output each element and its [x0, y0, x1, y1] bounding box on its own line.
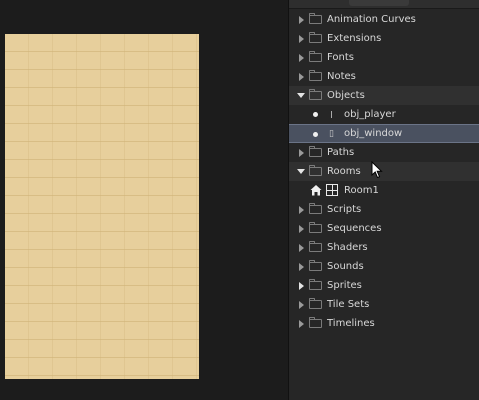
folder-sounds[interactable]: Sounds	[289, 257, 479, 276]
resize-handle[interactable]	[349, 0, 409, 6]
folder-shaders[interactable]: Shaders	[289, 238, 479, 257]
folder-label: Animation Curves	[327, 14, 416, 25]
folder-icon	[309, 260, 322, 271]
object-icon: ꞁ	[330, 109, 333, 119]
folder-icon	[309, 165, 322, 176]
plank-pattern	[5, 34, 199, 379]
asset-browser-panel: Animation Curves Extensions Fonts Notes …	[289, 0, 479, 400]
mouse-cursor-icon	[371, 161, 383, 179]
folder-icon	[309, 32, 322, 43]
folder-objects[interactable]: Objects	[289, 86, 479, 105]
collapse-arrow-icon[interactable]	[297, 162, 305, 181]
folder-icon	[309, 241, 322, 252]
home-icon[interactable]	[310, 184, 322, 196]
room-editor-canvas[interactable]	[0, 0, 288, 400]
room-icon	[326, 184, 338, 196]
expand-arrow-icon[interactable]	[297, 200, 305, 219]
expand-arrow-icon[interactable]	[297, 276, 305, 295]
expand-arrow-icon[interactable]	[297, 314, 305, 333]
folder-label: Fonts	[327, 52, 354, 63]
expand-arrow-icon[interactable]	[297, 238, 305, 257]
folder-icon	[309, 51, 322, 62]
folder-label: Timelines	[327, 318, 375, 329]
folder-icon	[309, 222, 322, 233]
bullet-icon	[313, 132, 318, 137]
folder-scripts[interactable]: Scripts	[289, 200, 479, 219]
folder-icon	[309, 70, 322, 81]
folder-sequences[interactable]: Sequences	[289, 219, 479, 238]
folder-label: Shaders	[327, 242, 368, 253]
folder-icon	[309, 298, 322, 309]
folder-label: Extensions	[327, 33, 382, 44]
asset-label: Room1	[344, 185, 379, 196]
expand-arrow-icon[interactable]	[297, 48, 305, 67]
folder-label: Scripts	[327, 204, 362, 215]
asset-label: obj_player	[344, 109, 396, 120]
folder-paths[interactable]: Paths	[289, 143, 479, 162]
folder-sprites[interactable]: Sprites	[289, 276, 479, 295]
expand-arrow-icon[interactable]	[297, 143, 305, 162]
folder-label: Sequences	[327, 223, 382, 234]
room-wooden-floor	[5, 34, 199, 379]
object-icon: ▯	[329, 129, 334, 139]
asset-label: obj_window	[344, 128, 403, 139]
expand-arrow-icon[interactable]	[297, 10, 305, 29]
folder-timelines[interactable]: Timelines	[289, 314, 479, 333]
bullet-icon	[313, 112, 318, 117]
folder-icon	[309, 89, 322, 100]
expand-arrow-icon[interactable]	[297, 257, 305, 276]
folder-animation-curves[interactable]: Animation Curves	[289, 10, 479, 29]
panel-header-strip	[289, 0, 479, 9]
folder-icon	[309, 146, 322, 157]
expand-arrow-icon[interactable]	[297, 29, 305, 48]
expand-arrow-icon[interactable]	[297, 295, 305, 314]
folder-label: Paths	[327, 147, 355, 158]
asset-obj-window[interactable]: ▯ obj_window	[289, 124, 479, 143]
folder-extensions[interactable]: Extensions	[289, 29, 479, 48]
folder-label: Notes	[327, 71, 356, 82]
folder-label: Tile Sets	[327, 299, 370, 310]
folder-icon	[309, 279, 322, 290]
folder-label: Rooms	[327, 166, 361, 177]
expand-arrow-icon[interactable]	[297, 219, 305, 238]
folder-notes[interactable]: Notes	[289, 67, 479, 86]
asset-room1[interactable]: Room1	[289, 181, 479, 200]
folder-label: Sounds	[327, 261, 364, 272]
folder-icon	[309, 13, 322, 24]
expand-arrow-icon[interactable]	[297, 67, 305, 86]
folder-fonts[interactable]: Fonts	[289, 48, 479, 67]
folder-label: Sprites	[327, 280, 362, 291]
asset-obj-player[interactable]: ꞁ obj_player	[289, 105, 479, 124]
folder-icon	[309, 203, 322, 214]
collapse-arrow-icon[interactable]	[297, 86, 305, 105]
folder-icon	[309, 317, 322, 328]
folder-tile-sets[interactable]: Tile Sets	[289, 295, 479, 314]
folder-label: Objects	[327, 90, 365, 101]
